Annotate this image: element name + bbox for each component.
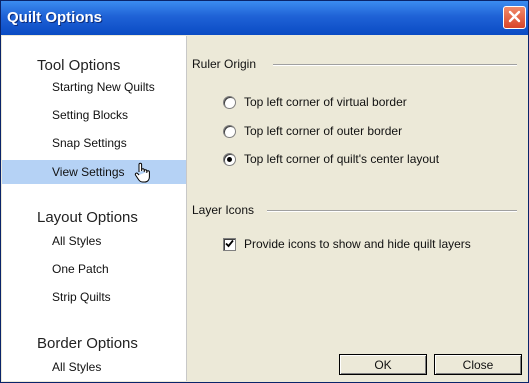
- sidebar-item-label: Strip Quilts: [52, 290, 111, 304]
- sidebar-item-label: All Styles: [52, 234, 102, 248]
- sidebar-item-snap-settings[interactable]: Snap Settings: [2, 131, 186, 155]
- sidebar-item-label: Starting New Quilts: [52, 80, 155, 94]
- close-icon: [508, 8, 521, 27]
- sidebar-item-label: View Settings: [52, 165, 125, 179]
- radio-button[interactable]: [223, 95, 236, 109]
- sidebar-item-one-patch[interactable]: One Patch: [2, 257, 186, 281]
- sidebar-item-label: Snap Settings: [52, 136, 127, 150]
- sidebar-item-view-settings[interactable]: View Settings: [2, 160, 186, 184]
- section-divider: [267, 210, 517, 212]
- hand-cursor-icon: [134, 162, 152, 187]
- window-title: Quilt Options: [7, 9, 102, 26]
- checkbox-label: Provide icons to show and hide quilt lay…: [244, 237, 471, 251]
- radio-button-selected[interactable]: [223, 152, 236, 166]
- group-header-tool-options: Tool Options: [37, 57, 121, 74]
- sidebar-item-starting-new-quilts[interactable]: Starting New Quilts: [2, 75, 186, 99]
- checkbox-layer-icons[interactable]: Provide icons to show and hide quilt lay…: [223, 236, 471, 252]
- sidebar-item-label: Setting Blocks: [52, 108, 129, 122]
- radio-center-layout[interactable]: Top left corner of quilt's center layout: [223, 151, 439, 167]
- options-sidebar: Tool Options Starting New Quilts Setting…: [2, 36, 187, 381]
- sidebar-item-strip-quilts[interactable]: Strip Quilts: [2, 285, 186, 309]
- radio-virtual-border[interactable]: Top left corner of virtual border: [223, 94, 407, 110]
- sidebar-item-all-styles[interactable]: All Styles: [2, 229, 186, 253]
- section-divider: [273, 64, 517, 66]
- section-title-ruler-origin: Ruler Origin: [192, 57, 257, 71]
- radio-label: Top left corner of quilt's center layout: [244, 152, 440, 166]
- sidebar-item-label: One Patch: [52, 262, 109, 276]
- radio-label: Top left corner of virtual border: [244, 95, 407, 109]
- title-bar[interactable]: Quilt Options: [1, 1, 528, 35]
- radio-label: Top left corner of outer border: [244, 124, 403, 138]
- radio-button[interactable]: [223, 124, 236, 138]
- close-button[interactable]: Close: [434, 354, 522, 375]
- quilt-options-dialog: Quilt Options Tool Options Starting New …: [0, 0, 529, 383]
- sidebar-item-border-all-styles[interactable]: All Styles: [2, 355, 186, 379]
- checkbox[interactable]: [223, 237, 236, 251]
- group-header-border-options: Border Options: [37, 335, 138, 352]
- group-header-layout-options: Layout Options: [37, 209, 138, 226]
- ok-button[interactable]: OK: [339, 354, 427, 375]
- sidebar-item-label: All Styles: [52, 360, 102, 374]
- settings-panel: Ruler Origin Top left corner of virtual …: [187, 36, 527, 381]
- sidebar-item-setting-blocks[interactable]: Setting Blocks: [2, 103, 186, 127]
- check-icon: [225, 237, 234, 251]
- close-window-button[interactable]: [503, 6, 526, 29]
- section-title-layer-icons: Layer Icons: [192, 203, 255, 217]
- radio-outer-border[interactable]: Top left corner of outer border: [223, 123, 402, 139]
